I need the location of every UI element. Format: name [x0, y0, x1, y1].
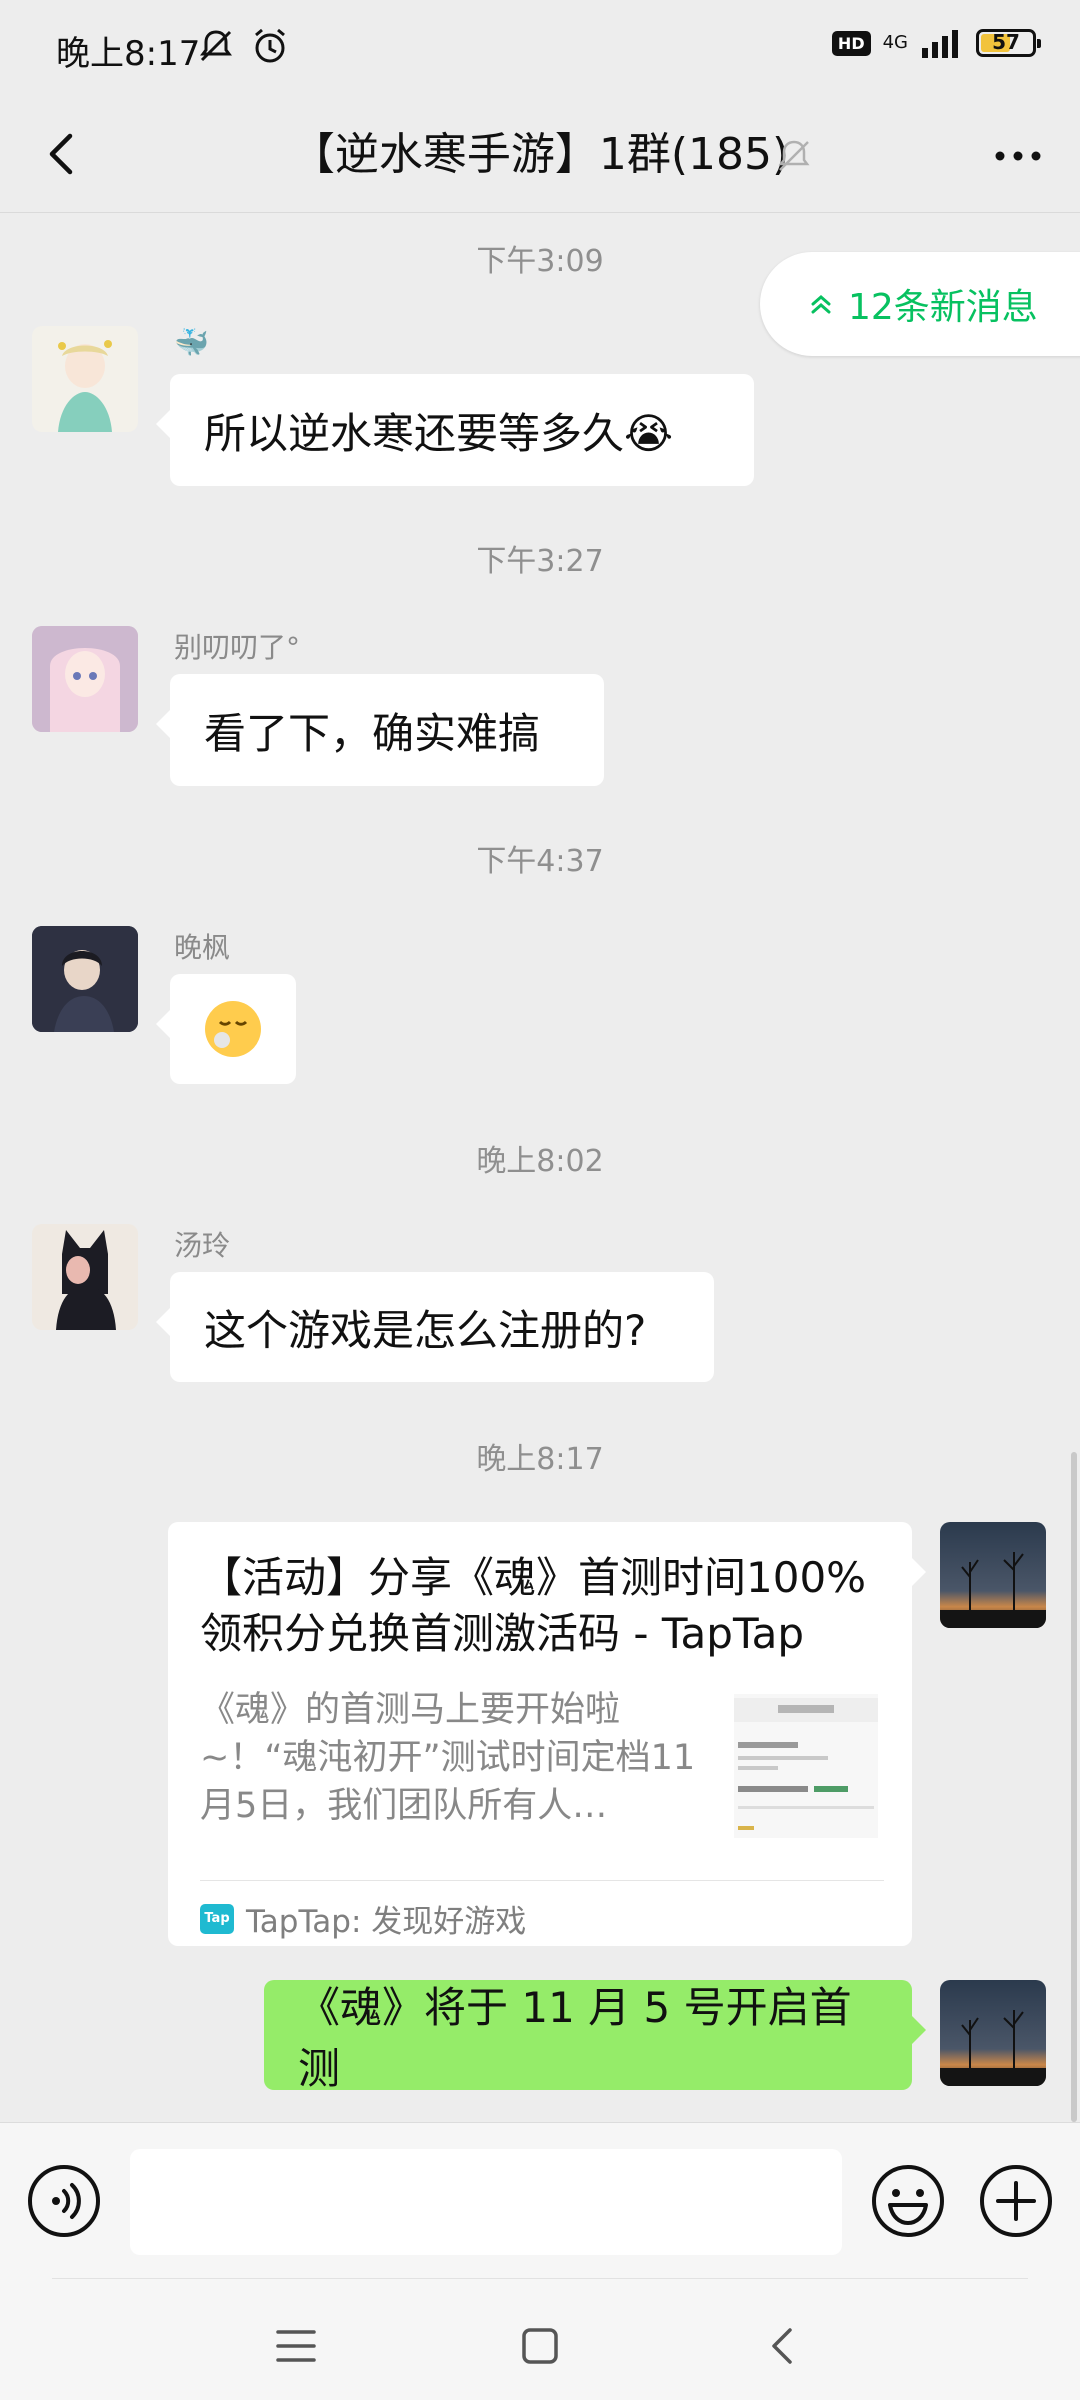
avatar[interactable]: [32, 626, 138, 732]
avatar[interactable]: [32, 1224, 138, 1330]
my-avatar[interactable]: [940, 1980, 1046, 2086]
exhale-emoji-icon: [205, 1001, 261, 1057]
more-button[interactable]: [986, 124, 1050, 188]
sender-name: 别叨叨了°: [174, 631, 301, 664]
alarm-icon: [255, 28, 285, 63]
battery-icon: 57: [976, 29, 1041, 57]
avatar[interactable]: [32, 926, 138, 1032]
card-divider: [200, 1880, 884, 1881]
new-messages-label: 12条新消息: [848, 287, 1038, 328]
my-message-bubble[interactable]: 《魂》将于 11 月 5 号开启首测: [264, 1980, 926, 2093]
back-icon: [772, 2328, 792, 2364]
card-source-label: TapTap: 发现好游戏: [246, 1904, 527, 1940]
battery-level: 57: [992, 30, 1020, 54]
plus-button[interactable]: [978, 2163, 1054, 2239]
message-bubble[interactable]: 这个游戏是怎么注册的?: [156, 1272, 714, 1382]
message-bubble[interactable]: 看了下，确实难搞: [156, 674, 604, 786]
avatar[interactable]: [32, 326, 138, 432]
card-description: 《魂》的首测马上要开始啦~！“魂沌初开”测试时间定档11月5日，我们团队所有人…: [200, 1690, 696, 1826]
emoji-icon: [872, 2165, 944, 2237]
message-input[interactable]: [130, 2149, 842, 2255]
silent-icon: [200, 30, 232, 62]
message-list[interactable]: 下午3:09 🐳 所以逆水寒还要等多久😭 下午3:27 别叨叨了° 看了下，确实…: [0, 212, 1080, 2122]
voice-icon: [52, 2183, 81, 2219]
my-avatar[interactable]: [940, 1522, 1046, 1628]
signal-icon: [922, 30, 958, 58]
time-separator: 下午3:27: [476, 544, 604, 579]
voice-button[interactable]: [28, 2165, 100, 2237]
time-separator: 晚上8:02: [476, 1144, 604, 1179]
taptap-logo: Tap: [200, 1903, 234, 1934]
hd-badge: HD: [831, 30, 871, 56]
status-bar: 晚上8:17 HD 4G 57: [0, 0, 1080, 96]
bell-off-icon: [778, 140, 810, 171]
card-source: Tap TapTap: 发现好游戏: [200, 1896, 526, 1941]
divider: [52, 2278, 1028, 2279]
plus-circle-icon: [980, 2165, 1052, 2237]
sender-name: 🐳: [174, 326, 209, 359]
link-card[interactable]: 【活动】分享《魂》首测时间100%领积分兑换首测激活码 - TapTap 《魂》…: [168, 1522, 926, 1946]
new-messages-button[interactable]: 12条新消息: [760, 252, 1080, 356]
chat-title: 【逆水寒手游】1群(185): [290, 129, 790, 180]
status-time: 晚上8:17: [56, 34, 201, 74]
double-chevron-up-icon: [811, 295, 831, 314]
message-bubble[interactable]: 所以逆水寒还要等多久😭: [156, 374, 754, 486]
time-separator: 下午4:37: [476, 844, 604, 879]
more-dots-icon: [995, 151, 1041, 161]
chat-header: 【逆水寒手游】1群(185): [0, 96, 1080, 213]
time-separator: 晚上8:17: [476, 1442, 604, 1477]
card-thumbnail: [734, 1694, 878, 1838]
input-bar: [0, 2122, 1080, 2279]
emoji-button[interactable]: [870, 2163, 946, 2239]
message-bubble[interactable]: [156, 974, 296, 1084]
network-label: 4G: [882, 32, 908, 53]
menu-icon: [276, 2330, 316, 2362]
back-nav-button[interactable]: [754, 2316, 814, 2376]
sender-name: 晚枫: [174, 931, 231, 964]
sender-name: 汤玲: [174, 1229, 231, 1262]
scrollbar[interactable]: [1071, 1452, 1077, 2122]
home-icon: [522, 2328, 558, 2364]
card-title: 【活动】分享《魂》首测时间100%领积分兑换首测激活码 - TapTap: [200, 1553, 867, 1658]
menu-button[interactable]: [266, 2316, 326, 2376]
home-button[interactable]: [510, 2316, 570, 2376]
system-navigation-bar: [0, 2278, 1080, 2400]
